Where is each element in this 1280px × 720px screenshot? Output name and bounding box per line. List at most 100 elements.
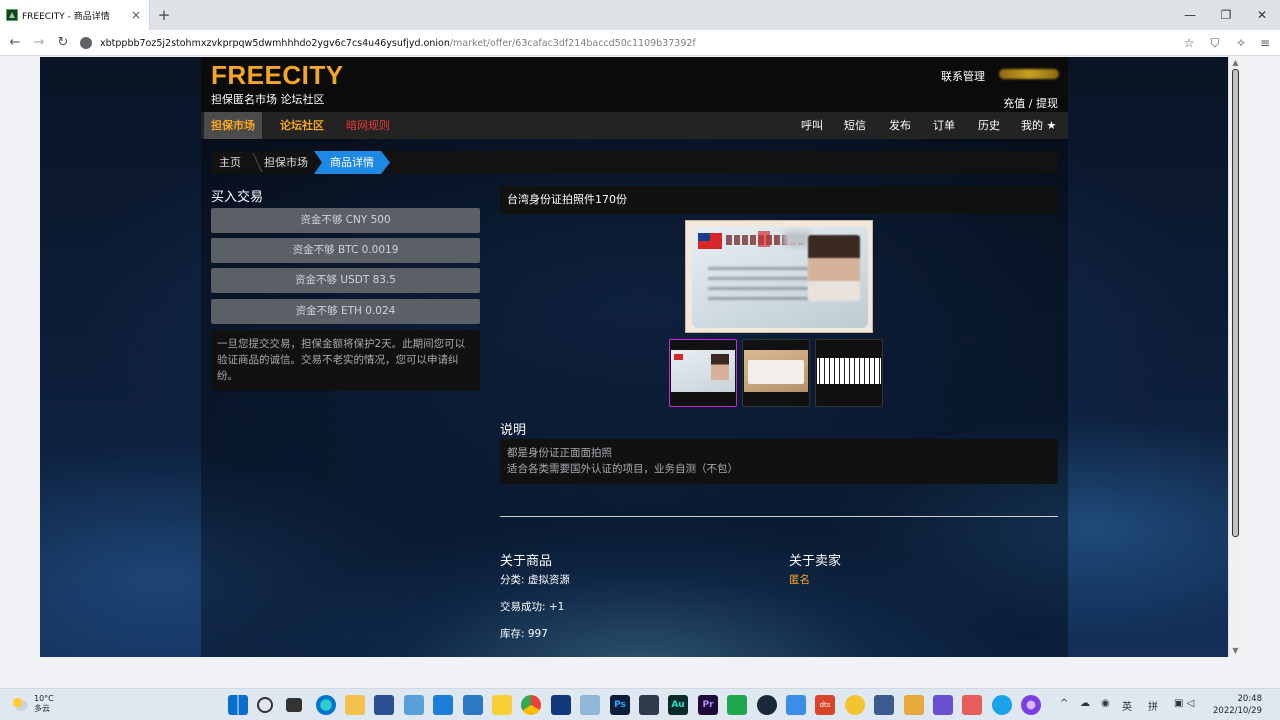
photos-icon[interactable] <box>404 695 424 715</box>
nav-call[interactable]: 呼叫 <box>801 112 823 139</box>
product-main-image[interactable] <box>685 220 873 333</box>
tray-app-icon[interactable]: ◉ <box>1101 698 1110 709</box>
image-viewer-icon[interactable] <box>580 695 600 715</box>
contact-admin-link[interactable]: 联系管理 <box>941 68 985 84</box>
buy-usdt-button[interactable]: 资金不够 USDT 83.5 <box>211 268 480 293</box>
browser-nav-bar: ← → ↻ xbtppbb7oz5j2stohmxzvkprpqw5dwmhhh… <box>0 30 1280 56</box>
messenger-icon[interactable] <box>992 695 1012 715</box>
page-scrollbar[interactable]: ▲ ▼ <box>1228 57 1241 657</box>
url-path: /market/offer/63cafac3df214baccd50c1109b… <box>449 37 696 49</box>
site-container: FREECITY 担保匿名市场 论坛社区 联系管理 充值 / 提现 担保市场 论… <box>201 57 1068 657</box>
thumbnail-id-front <box>671 350 735 392</box>
seller-name-link[interactable]: 匿名 <box>789 572 810 587</box>
premiere-icon[interactable]: Pr <box>698 695 718 715</box>
ime-lang-english[interactable]: 英 <box>1122 698 1132 713</box>
network-volume-icon[interactable]: ▣ ◁ <box>1174 698 1194 709</box>
weather-widget[interactable]: 10°C 多云 <box>12 694 54 714</box>
site-header: FREECITY 担保匿名市场 论坛社区 联系管理 充值 / 提现 <box>201 57 1068 112</box>
product-category: 分类: 虚拟资源 <box>500 574 570 586</box>
steam-icon[interactable] <box>757 695 777 715</box>
tor-browser-icon[interactable] <box>1021 695 1041 715</box>
site-info-icon[interactable] <box>80 37 92 49</box>
nav-orders[interactable]: 订单 <box>933 112 955 139</box>
dts-icon[interactable]: dts <box>815 695 835 715</box>
buy-cny-button[interactable]: 资金不够 CNY 500 <box>211 208 480 233</box>
search-icon[interactable] <box>257 697 273 713</box>
taskbar: 10°C 多云 Ps Au Pr dts ^ ☁ ◉ 英 拼 ▣ ◁ 20:48… <box>0 688 1280 720</box>
bookmark-star-icon[interactable]: ☆ <box>1180 34 1198 52</box>
store-icon[interactable] <box>374 695 394 715</box>
start-icon[interactable] <box>228 695 248 715</box>
shield-icon[interactable]: ⛉ <box>1206 34 1224 52</box>
nav-escrow-market[interactable]: 担保市场 <box>204 112 262 139</box>
nav-publish[interactable]: 发布 <box>889 112 911 139</box>
chrome-icon[interactable] <box>521 695 541 715</box>
recharge-withdraw-link[interactable]: 充值 / 提现 <box>1003 95 1058 111</box>
description-line-1: 都是身份证正面面拍照 <box>507 447 612 459</box>
forward-button[interactable]: → <box>30 34 48 52</box>
task-view-icon[interactable] <box>286 698 302 712</box>
address-bar[interactable]: xbtppbb7oz5j2stohmxzvkprpqw5dwmhhhdo2ygv… <box>80 33 1200 53</box>
tray-expand-icon[interactable]: ^ <box>1060 698 1068 709</box>
weather-condition: 多云 <box>34 704 50 713</box>
tab-close-icon[interactable]: × <box>129 8 143 22</box>
flag-icon <box>698 233 722 249</box>
about-seller-title: 关于卖家 <box>789 554 842 569</box>
nav-forum[interactable]: 论坛社区 <box>273 112 331 139</box>
thumbnail-3[interactable] <box>815 339 883 407</box>
remote-desktop-icon[interactable] <box>463 695 483 715</box>
purple-app-icon[interactable] <box>933 695 953 715</box>
card-portrait <box>808 235 860 301</box>
cloud-icon[interactable]: ☁ <box>1080 698 1090 709</box>
site-logo[interactable]: FREECITY <box>211 60 344 91</box>
card-stamp <box>758 231 770 247</box>
user-balance-badge <box>999 69 1059 79</box>
buy-eth-button[interactable]: 资金不够 ETH 0.024 <box>211 299 480 324</box>
escrow-notice: 一旦您提交交易，担保金额将保护2天。此期间您可以验证商品的诚信。交易不老实的情况… <box>211 330 480 391</box>
mail-icon[interactable] <box>433 695 453 715</box>
orange-app-icon[interactable] <box>904 695 924 715</box>
green-app-icon[interactable] <box>727 695 747 715</box>
maximize-button[interactable]: ❐ <box>1208 0 1244 30</box>
red-app-icon[interactable] <box>962 695 982 715</box>
nav-sms[interactable]: 短信 <box>844 112 866 139</box>
id-card-image <box>692 227 868 328</box>
cat-app-icon[interactable] <box>874 695 894 715</box>
file-explorer-icon[interactable] <box>345 695 365 715</box>
reload-button[interactable]: ↻ <box>54 34 72 52</box>
url-host: xbtppbb7oz5j2stohmxzvkprpqw5dwmhhhdo2ygv… <box>100 37 450 49</box>
minimize-button[interactable]: — <box>1172 0 1208 30</box>
buy-section-title: 买入交易 <box>211 190 264 205</box>
new-tab-button[interactable]: + <box>155 6 173 24</box>
card-text-lines <box>708 267 808 307</box>
buy-btc-button[interactable]: 资金不够 BTC 0.0019 <box>211 238 480 263</box>
thumbnail-1[interactable] <box>669 339 737 407</box>
yellow-app-icon[interactable] <box>845 695 865 715</box>
notes-icon[interactable] <box>492 695 512 715</box>
grid-app-icon[interactable] <box>639 695 659 715</box>
back-button[interactable]: ← <box>6 34 24 52</box>
edge-icon[interactable] <box>316 695 336 715</box>
system-clock[interactable]: 20:48 2022/10/29 <box>1213 693 1262 717</box>
section-divider <box>500 516 1058 517</box>
photoshop-icon[interactable]: Ps <box>610 695 630 715</box>
nav-darkweb-rules[interactable]: 暗网规则 <box>339 112 397 139</box>
bird-app-icon[interactable] <box>786 695 806 715</box>
product-title: 台湾身份证拍照件170份 <box>500 186 1058 214</box>
weather-cloudy-icon <box>12 697 28 711</box>
nav-mine[interactable]: 我的 ★ <box>1021 112 1056 139</box>
vpn-shield-icon[interactable] <box>551 695 571 715</box>
thumbnail-2[interactable] <box>742 339 810 407</box>
product-success-count: 交易成功: +1 <box>500 601 565 613</box>
nav-history[interactable]: 历史 <box>978 112 1000 139</box>
breadcrumb-market[interactable]: 担保市场 <box>256 151 316 174</box>
scrollbar-thumb[interactable] <box>1232 69 1239 537</box>
tor-circuit-icon[interactable]: ✧ <box>1232 34 1250 52</box>
close-window-button[interactable]: ✕ <box>1244 0 1280 30</box>
audition-icon[interactable]: Au <box>668 695 688 715</box>
ime-pinyin[interactable]: 拼 <box>1148 698 1158 713</box>
menu-icon[interactable]: ≡ <box>1256 34 1274 52</box>
browser-tab[interactable]: FREECITY - 商品详情 × <box>0 0 150 30</box>
product-stock: 库存: 997 <box>500 628 548 640</box>
breadcrumb-current: 商品详情 <box>314 151 390 174</box>
